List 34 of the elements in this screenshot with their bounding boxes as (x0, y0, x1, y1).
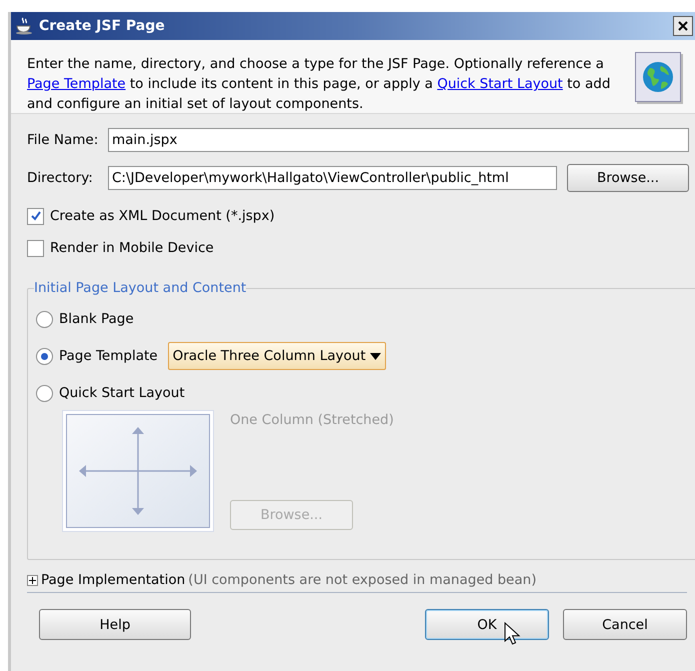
mouse-pointer-icon (504, 622, 522, 646)
help-link[interactable]: Quick Start Layout (437, 76, 563, 92)
field-label: Directory: (27, 168, 94, 188)
caret-icon (370, 352, 381, 360)
help-link[interactable]: Page Template (27, 76, 126, 92)
field-label: File Name: (27, 130, 100, 150)
browse-button[interactable]: Browse... (567, 164, 689, 192)
description-text: Enter the name, directory, and choose a type for the JSF Page. Optionally reference a Page Template to include its content in this page, or apply a Quick Start Layout to add and configure an initial set of layout components. (27, 55, 612, 114)
section-note: (UI components are not exposed in managed bean) (188, 571, 536, 590)
checkbox[interactable] (27, 208, 44, 224)
checkbox[interactable] (27, 240, 44, 256)
radio-label: Page Template (59, 346, 158, 366)
group-title: Initial Page Layout and Content (34, 279, 246, 297)
close-button[interactable] (673, 16, 693, 36)
text-field[interactable]: C:\JDeveloper\mywork\Hallgato\ViewController\public_html (108, 166, 557, 190)
check-icon (30, 210, 42, 222)
globe-icon (635, 52, 681, 102)
radio-label: Blank Page (59, 310, 134, 329)
dialog-button[interactable]: Help (39, 609, 191, 640)
text-field[interactable]: main.jspx (108, 128, 689, 152)
dialog-button[interactable]: Cancel (563, 609, 687, 640)
radio-button[interactable] (36, 348, 53, 364)
expand-icon[interactable] (27, 574, 38, 586)
radio-button[interactable] (36, 310, 53, 328)
layout-name: One Column (Stretched) (230, 411, 394, 430)
checkbox-label: Create as XML Document (*.jspx) (50, 206, 275, 226)
template-dropdown[interactable]: Oracle Three Column Layout (168, 342, 386, 370)
coffee-cup-icon (15, 17, 33, 35)
close-icon (678, 21, 688, 31)
radio-button[interactable] (36, 384, 53, 402)
window-title: Create JSF Page (39, 16, 166, 36)
checkbox-label: Render in Mobile Device (50, 238, 214, 258)
section-title[interactable]: Page Implementation (41, 570, 186, 590)
radio-label: Quick Start Layout (59, 384, 185, 403)
